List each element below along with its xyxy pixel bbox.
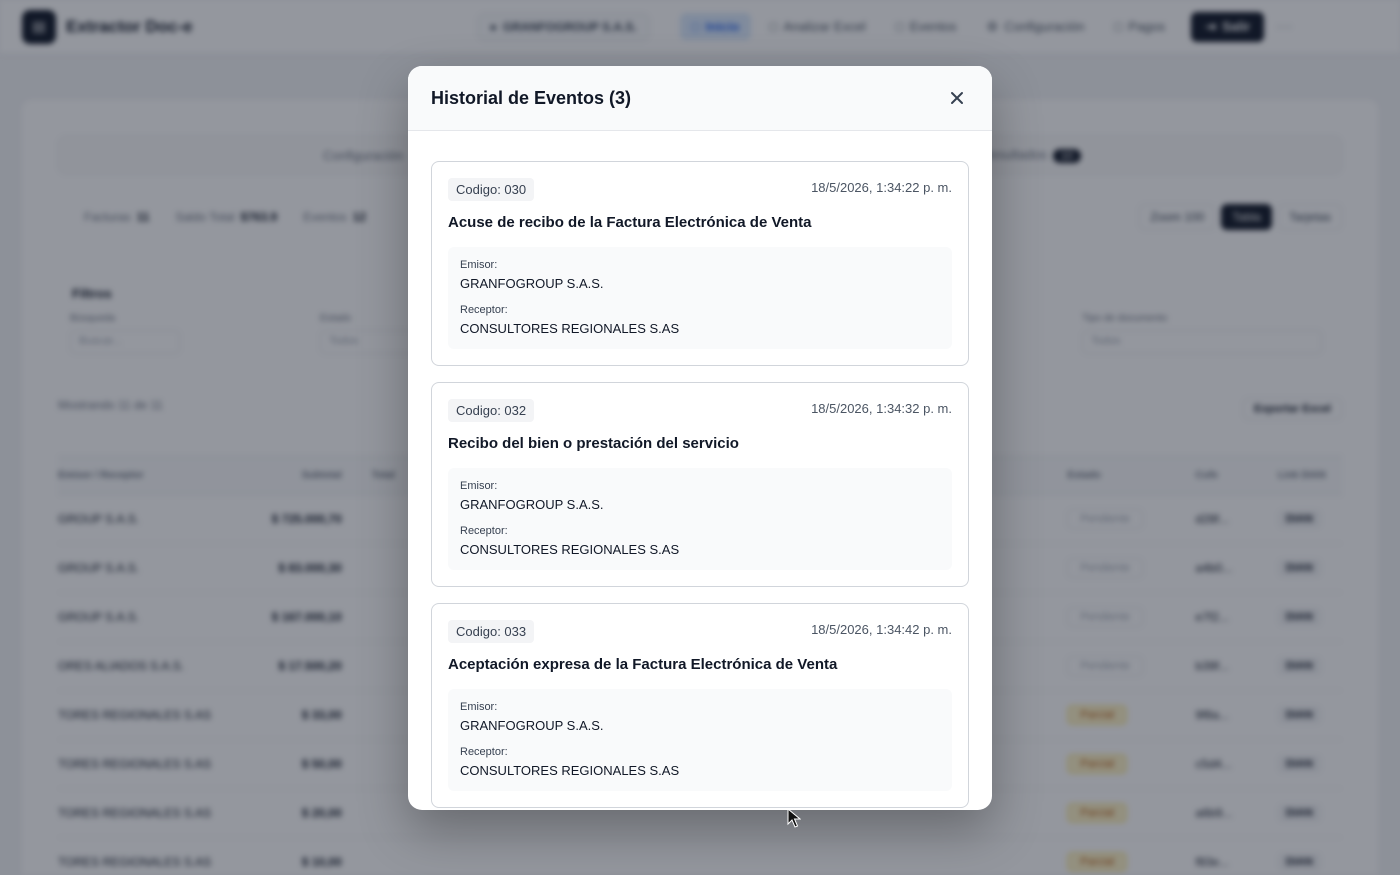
event-parties: Emisor: GRANFOGROUP S.A.S. Receptor: CON… [448,247,952,349]
event-header: Codigo: 032 18/5/2026, 1:34:32 p. m. [448,399,952,422]
mouse-cursor-icon [787,808,801,828]
receptor-label: Receptor: [460,525,508,537]
event-date: 18/5/2026, 1:34:22 p. m. [811,180,952,195]
receptor-value: CONSULTORES REGIONALES S.AS [460,763,680,778]
emisor-value: GRANFOGROUP S.A.S. [460,276,604,291]
receptor-label: Receptor: [460,304,508,316]
emisor-value: GRANFOGROUP S.A.S. [460,497,604,512]
event-card: Codigo: 032 18/5/2026, 1:34:32 p. m. Rec… [431,382,969,587]
emisor-label: Emisor: [460,480,498,492]
receptor-value: CONSULTORES REGIONALES S.AS [460,542,680,557]
close-icon [951,92,963,104]
event-header: Codigo: 033 18/5/2026, 1:34:42 p. m. [448,620,952,643]
event-description: Acuse de recibo de la Factura Electrónic… [448,214,812,231]
event-code-badge: Codigo: 030 [448,178,535,201]
event-history-modal: Historial de Eventos (3) Codigo: 030 18/… [408,66,992,810]
emisor-label: Emisor: [460,259,498,271]
events-list: Codigo: 030 18/5/2026, 1:34:22 p. m. Acu… [431,161,969,808]
emisor-label: Emisor: [460,701,498,713]
event-description: Aceptación expresa de la Factura Electró… [448,656,838,673]
event-card: Codigo: 030 18/5/2026, 1:34:22 p. m. Acu… [431,161,969,366]
event-date: 18/5/2026, 1:34:32 p. m. [811,401,952,416]
modal-header: Historial de Eventos (3) [408,66,992,131]
event-parties: Emisor: GRANFOGROUP S.A.S. Receptor: CON… [448,689,952,791]
emisor-value: GRANFOGROUP S.A.S. [460,718,604,733]
modal-title: Historial de Eventos (3) [431,87,632,108]
receptor-label: Receptor: [460,746,508,758]
event-code-badge: Codigo: 033 [448,620,535,643]
event-header: Codigo: 030 18/5/2026, 1:34:22 p. m. [448,178,952,201]
modal-body[interactable]: Codigo: 030 18/5/2026, 1:34:22 p. m. Acu… [408,131,992,810]
receptor-value: CONSULTORES REGIONALES S.AS [460,321,680,336]
close-button[interactable] [945,86,969,110]
event-card: Codigo: 033 18/5/2026, 1:34:42 p. m. Ace… [431,603,969,808]
event-parties: Emisor: GRANFOGROUP S.A.S. Receptor: CON… [448,468,952,570]
event-description: Recibo del bien o prestación del servici… [448,435,739,452]
event-code-badge: Codigo: 032 [448,399,535,422]
event-date: 18/5/2026, 1:34:42 p. m. [811,622,952,637]
